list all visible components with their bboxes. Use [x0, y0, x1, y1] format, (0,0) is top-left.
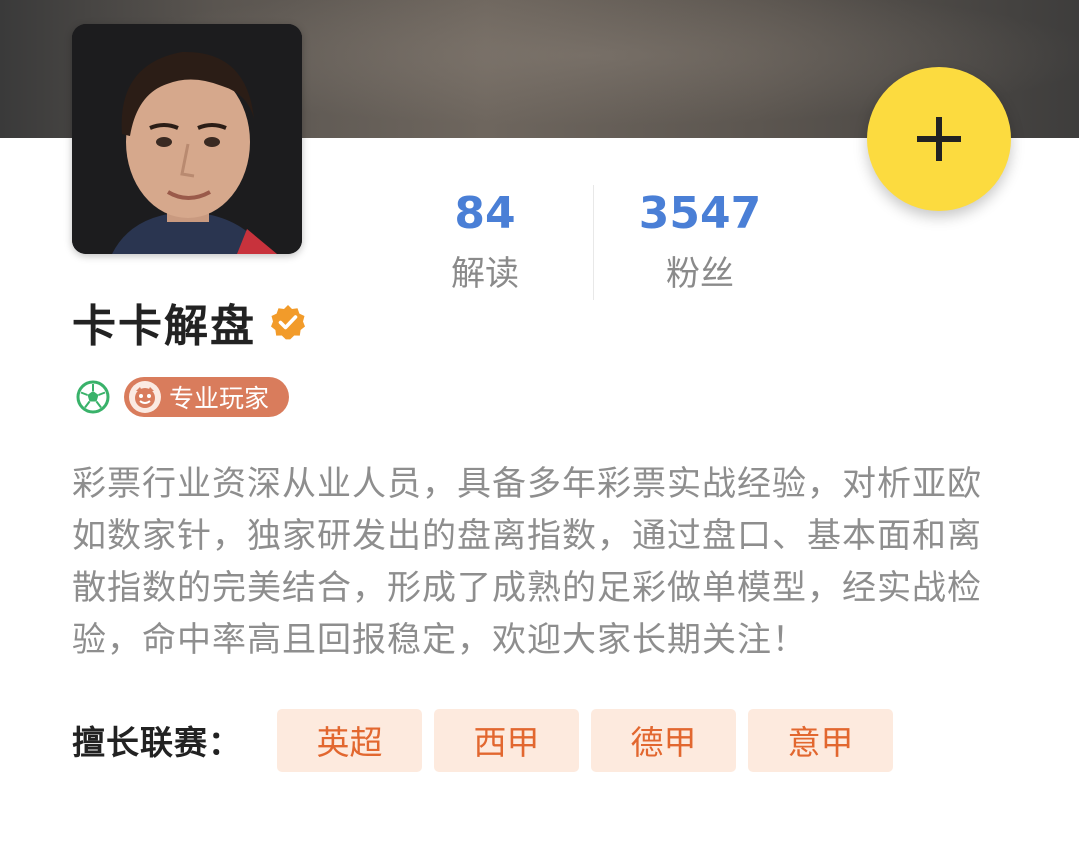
league-tag-la-liga[interactable]: 西甲	[434, 708, 579, 772]
stat-fans-value: 3547	[638, 188, 762, 239]
league-tag-premier-league[interactable]: 英超	[277, 708, 422, 772]
stat-posts-value: 84	[454, 188, 516, 239]
plus-icon	[917, 117, 961, 161]
avatar[interactable]	[72, 24, 302, 254]
profile-name: 卡卡解盘	[72, 301, 256, 352]
stat-posts[interactable]: 84 解读	[380, 185, 590, 299]
stats-panel: 84 解读 3547 粉丝	[380, 185, 810, 300]
stats-divider	[593, 185, 594, 300]
mascot-face-icon	[129, 381, 161, 413]
stat-fans[interactable]: 3547 粉丝	[595, 185, 805, 299]
league-tag-serie-a[interactable]: 意甲	[748, 708, 893, 772]
avatar-portrait	[72, 24, 302, 254]
leagues-row: 擅长联赛： 英超 西甲 德甲 意甲	[72, 708, 905, 772]
leagues-label: 擅长联赛：	[72, 723, 242, 762]
pro-player-badge[interactable]: 专业玩家	[124, 377, 290, 417]
league-tag-bundesliga[interactable]: 德甲	[591, 708, 736, 772]
follow-button[interactable]	[867, 67, 1011, 211]
pro-player-label: 专业玩家	[169, 384, 270, 413]
profile-bio: 彩票行业资深从业人员，具备多年彩票实战经验，对析亚欧如数家针，独家研发出的盘离指…	[72, 464, 982, 660]
verified-check-icon	[271, 305, 305, 340]
badge-row: 专业玩家	[76, 377, 290, 417]
stat-posts-label: 解读	[451, 254, 519, 294]
soccer-ball-icon	[76, 380, 110, 414]
name-row: 卡卡解盘	[72, 292, 306, 352]
stat-fans-label: 粉丝	[666, 254, 734, 294]
